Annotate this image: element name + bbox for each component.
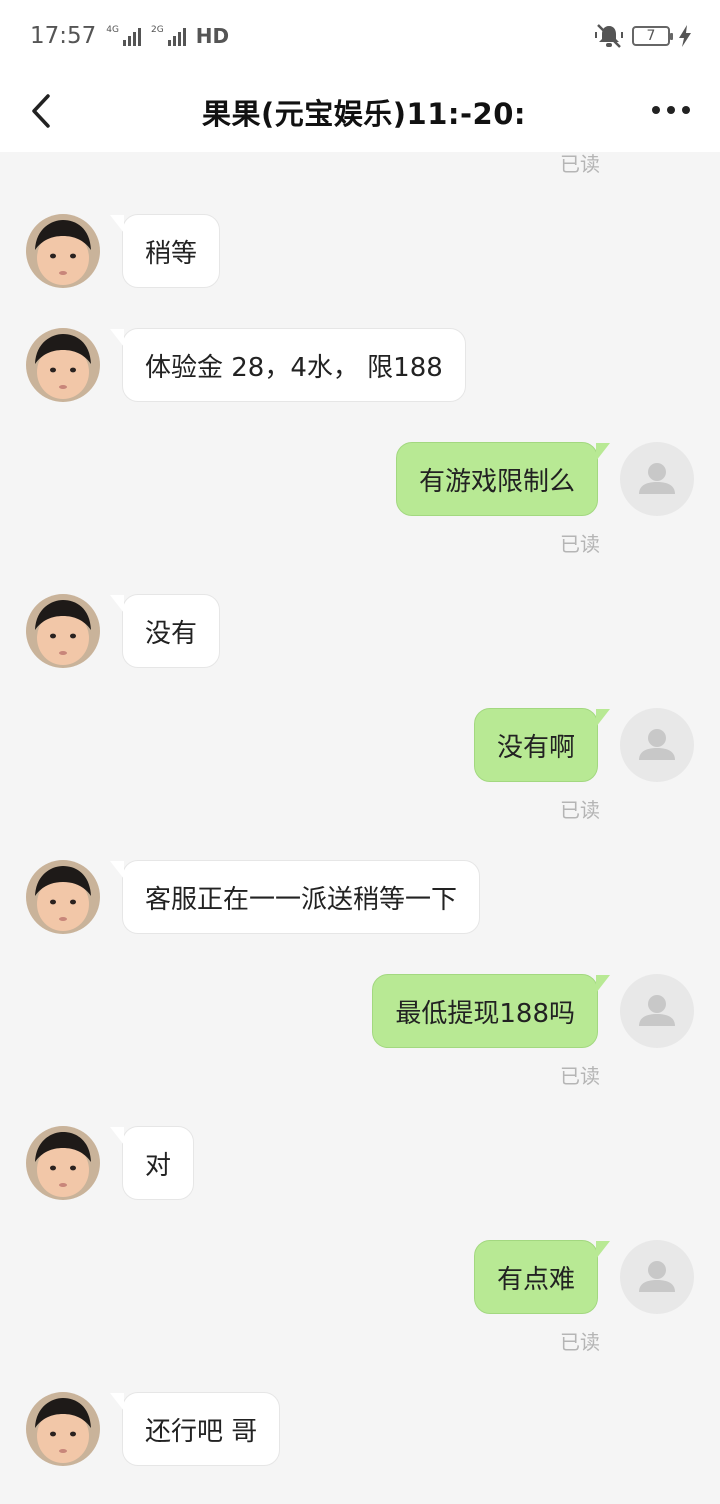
status-right: 7 bbox=[594, 22, 692, 50]
mute-bell-icon bbox=[595, 24, 623, 48]
message-text: 最低提现188吗 bbox=[395, 998, 575, 1029]
contact-avatar[interactable] bbox=[26, 1126, 100, 1200]
read-receipt: 已读 bbox=[560, 798, 600, 822]
battery-icon: 7 bbox=[632, 26, 673, 46]
status-time: 17:57 bbox=[30, 23, 97, 49]
back-arrow-icon[interactable] bbox=[22, 86, 62, 136]
user-avatar[interactable] bbox=[620, 1240, 694, 1314]
read-receipt: 已读 bbox=[560, 532, 600, 556]
message-text: 有点难 bbox=[496, 1264, 575, 1295]
message-bubble-incoming[interactable]: 还行吧 哥 bbox=[109, 1392, 281, 1466]
message-bubble-outgoing[interactable]: 没有啊 bbox=[473, 708, 611, 782]
message-bubble-incoming[interactable]: 对 bbox=[109, 1126, 195, 1200]
message-bubble-incoming[interactable]: 体验金 28，4水， 限188 bbox=[110, 328, 466, 402]
default-user-icon bbox=[639, 729, 675, 760]
contact-avatar-image bbox=[26, 214, 100, 288]
message-text: 没有 bbox=[145, 618, 198, 649]
signal-4g-icon: 4G bbox=[106, 26, 141, 46]
message-text: 稍等 bbox=[145, 238, 198, 269]
contact-avatar-image bbox=[26, 1126, 100, 1200]
read-receipt: 已读 bbox=[560, 1330, 600, 1354]
contact-avatar-image bbox=[26, 1392, 100, 1466]
contact-avatar[interactable] bbox=[26, 594, 100, 668]
hd-indicator: HD bbox=[195, 24, 230, 48]
contact-avatar[interactable] bbox=[26, 860, 100, 934]
chat-message-list[interactable]: 已读 稍等 体验金 28，4水， 限188 有游戏限制么 已读 没有 没有啊 已… bbox=[0, 152, 720, 1504]
message-text: 没有啊 bbox=[496, 732, 575, 763]
default-user-icon bbox=[639, 463, 675, 494]
default-user-icon bbox=[639, 995, 675, 1026]
more-options-icon[interactable] bbox=[646, 90, 696, 130]
user-avatar[interactable] bbox=[620, 708, 694, 782]
contact-avatar[interactable] bbox=[26, 1392, 100, 1466]
message-bubble-outgoing[interactable]: 有游戏限制么 bbox=[395, 442, 611, 516]
contact-avatar-image bbox=[26, 594, 100, 668]
default-user-icon bbox=[639, 1261, 675, 1292]
chat-header: 果果(元宝娱乐)11:-20: bbox=[0, 72, 720, 152]
contact-avatar[interactable] bbox=[26, 328, 100, 402]
user-avatar[interactable] bbox=[620, 974, 694, 1048]
message-text: 体验金 28，4水， 限188 bbox=[145, 352, 443, 383]
contact-avatar-image bbox=[26, 328, 100, 402]
user-avatar[interactable] bbox=[620, 442, 694, 516]
contact-avatar-image bbox=[26, 860, 100, 934]
charging-icon bbox=[679, 25, 691, 47]
read-receipt: 已读 bbox=[560, 152, 600, 176]
status-left: 17:57 4G 2G HD bbox=[30, 23, 229, 49]
message-text: 对 bbox=[145, 1150, 172, 1181]
read-receipt: 已读 bbox=[560, 1064, 600, 1088]
message-text: 客服正在一一派送稍等一下 bbox=[145, 884, 458, 915]
message-bubble-outgoing[interactable]: 有点难 bbox=[473, 1240, 611, 1314]
message-bubble-incoming[interactable]: 客服正在一一派送稍等一下 bbox=[109, 860, 481, 934]
message-bubble-incoming[interactable]: 没有 bbox=[109, 594, 221, 668]
message-text: 还行吧 哥 bbox=[145, 1416, 258, 1447]
message-bubble-outgoing[interactable]: 最低提现188吗 bbox=[372, 974, 610, 1048]
status-bar: 17:57 4G 2G HD 7 bbox=[0, 0, 720, 72]
page-title: 果果(元宝娱乐)11:-20: bbox=[202, 97, 526, 131]
signal-2g-icon: 2G bbox=[151, 26, 186, 46]
contact-avatar[interactable] bbox=[26, 214, 100, 288]
message-bubble-incoming[interactable]: 稍等 bbox=[109, 214, 221, 288]
message-text: 有游戏限制么 bbox=[418, 466, 575, 497]
